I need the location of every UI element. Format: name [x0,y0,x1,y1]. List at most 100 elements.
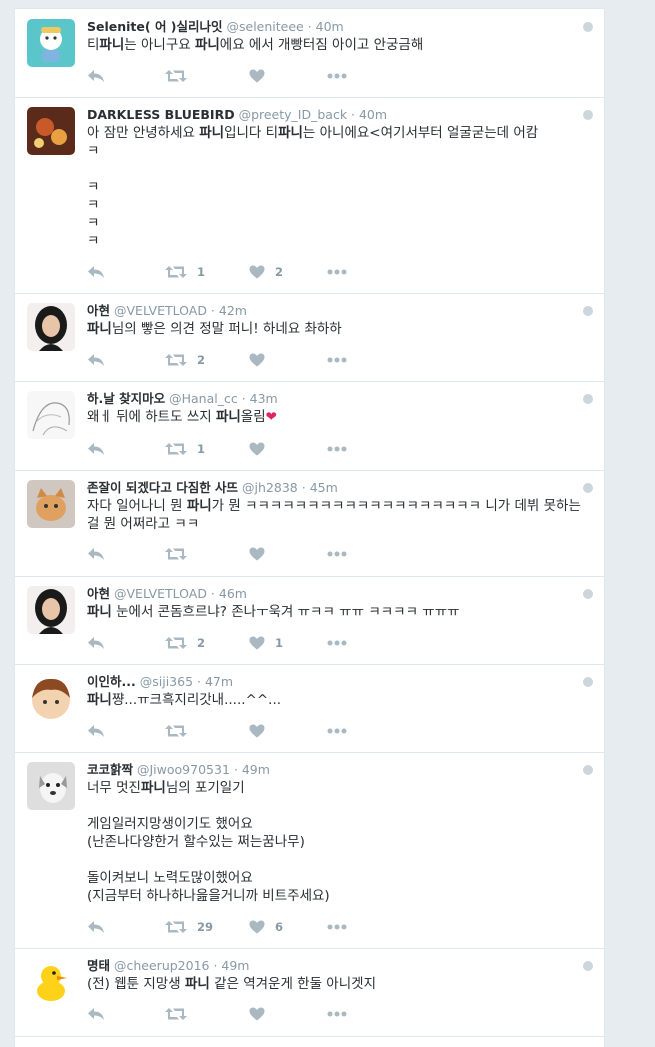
display-name[interactable]: 아현 [87,586,110,601]
more-button[interactable] [327,441,347,457]
retweet-icon [165,920,187,934]
reply-button[interactable] [87,264,105,280]
retweet-button[interactable]: 1 [165,441,205,457]
tweet-actions: 29 6 [87,919,387,935]
reply-button[interactable] [87,919,105,935]
retweet-button[interactable] [165,723,187,739]
timestamp[interactable]: 49m [242,762,270,777]
tweet[interactable]: 아현 @VELVETLOAD · 46m 파니 눈에서 콘돔흐르냐? 존나ㅜ욱겨 … [15,576,604,665]
avatar[interactable] [27,958,75,1006]
retweet-button[interactable]: 29 [165,919,213,935]
reply-button[interactable] [87,352,105,368]
more-button[interactable] [327,68,347,84]
avatar[interactable] [27,19,75,67]
globe-icon [583,677,593,687]
display-name[interactable]: Selenite( 어 )실리나잇 [87,19,223,34]
tweet[interactable]: Selenite( 어 )실리나잇 @seleniteee · 40m 티파니는 … [15,9,604,98]
reply-button[interactable] [87,723,105,739]
tweet[interactable]: 존잘이 되겠다고 다짐한 사뜨 @jh2838 · 45m 자다 일어나니 뭔 파… [15,470,604,577]
like-count: 2 [275,265,284,279]
retweet-button[interactable] [165,1006,187,1022]
tweet-text: 아 잠만 안녕하세요 파니입니다 티파니는 아니에요<여기서부터 얼굴굳는데 어… [87,125,539,249]
screen-name[interactable]: @cheerup2016 [114,958,209,973]
tweet[interactable]: 하.날 찾지마오 @Hanal_cc · 43m 왜ㅔ 뒤에 하트도 쓰지 파니올… [15,381,604,471]
more-icon [327,446,347,452]
tweet[interactable]: DARKLESS BLUEBIRD @preety_ID_back · 40m 아… [15,97,604,294]
avatar[interactable] [27,762,75,810]
screen-name[interactable]: @preety_ID_back [239,107,348,122]
like-button[interactable] [249,1006,265,1022]
timestamp[interactable]: 49m [221,958,249,973]
reply-button[interactable] [87,441,105,457]
avatar[interactable] [27,391,75,439]
reply-button[interactable] [87,68,105,84]
screen-name[interactable]: @jh2838 [242,480,298,495]
retweet-count: 1 [197,442,206,456]
reply-icon [87,442,105,456]
tweet[interactable]: 이인하... @siji365 · 47m 파니쨩...ㅠ크흑지리갓내.....^… [15,664,604,753]
retweet-button[interactable] [165,546,187,562]
globe-icon [583,589,593,599]
tweet[interactable]: 명태 @cheerup2016 · 49m (전) 웹툰 지망생 파니 같은 역겨… [15,948,604,1037]
avatar[interactable] [27,674,75,722]
more-button[interactable] [327,352,347,368]
heart-emoji-icon: ❤ [265,409,277,425]
retweet-icon [165,547,187,561]
like-button[interactable]: 2 [249,264,283,280]
avatar[interactable] [27,586,75,634]
timeline: Selenite( 어 )실리나잇 @seleniteee · 40m 티파니는 … [14,8,605,1047]
heart-icon [249,353,265,367]
tweet[interactable]: 코코핡짝 @Jiwoo970531 · 49m 너무 멋진파니님의 포기일기 게임… [15,752,604,949]
display-name[interactable]: 명태 [87,958,110,973]
tweet-text: 파니 눈에서 콘돔흐르냐? 존나ㅜ욱겨 ㅠㅋㅋ ㅠㅠ ㅋㅋㅋㅋ ㅠㅠㅠ [87,604,460,620]
screen-name[interactable]: @Jiwoo970531 [137,762,230,777]
retweet-button[interactable] [165,68,187,84]
timestamp[interactable]: 40m [316,19,344,34]
retweet-button[interactable]: 2 [165,352,205,368]
display-name[interactable]: 존잘이 되겠다고 다짐한 사뜨 [87,480,238,495]
avatar[interactable] [27,107,75,155]
like-button[interactable]: 6 [249,919,283,935]
like-button[interactable] [249,441,265,457]
more-button[interactable] [327,723,347,739]
avatar[interactable] [27,480,75,528]
retweet-icon [165,265,187,279]
display-name[interactable]: 코코핡짝 [87,762,133,777]
reply-button[interactable] [87,546,105,562]
more-button[interactable] [327,264,347,280]
retweet-count: 29 [197,920,214,934]
like-button[interactable] [249,546,265,562]
display-name[interactable]: 하.날 찾지마오 [87,391,165,406]
display-name[interactable]: DARKLESS BLUEBIRD [87,107,235,122]
more-button[interactable] [327,635,347,651]
timestamp[interactable]: 45m [310,480,338,495]
display-name[interactable]: 아현 [87,303,110,318]
timestamp[interactable]: 43m [250,391,278,406]
screen-name[interactable]: @siji365 [140,674,193,689]
screen-name[interactable]: @VELVETLOAD [114,303,207,318]
screen-name[interactable]: @seleniteee [227,19,304,34]
like-button[interactable]: 1 [249,635,283,651]
display-name[interactable]: 이인하... [87,674,136,689]
like-button[interactable] [249,68,265,84]
like-button[interactable] [249,352,265,368]
reply-button[interactable] [87,635,105,651]
like-button[interactable] [249,723,265,739]
screen-name[interactable]: @VELVETLOAD [114,586,207,601]
tweet[interactable]: 아현 @VELVETLOAD · 42m 파니님의 빻은 의견 정말 퍼니! 하네… [15,293,604,382]
avatar[interactable] [27,303,75,351]
timestamp[interactable]: 42m [219,303,247,318]
more-button[interactable] [327,546,347,562]
more-button[interactable] [327,1006,347,1022]
more-icon [327,357,347,363]
retweet-button[interactable]: 2 [165,635,205,651]
tweet-actions: 2 [87,352,387,368]
retweet-button[interactable]: 1 [165,264,205,280]
timestamp[interactable]: 47m [205,674,233,689]
highlight-keyword: 파니 [184,976,210,992]
screen-name[interactable]: @Hanal_cc [169,391,238,406]
timestamp[interactable]: 46m [219,586,247,601]
more-button[interactable] [327,919,347,935]
timestamp[interactable]: 40m [359,107,387,122]
reply-button[interactable] [87,1006,105,1022]
